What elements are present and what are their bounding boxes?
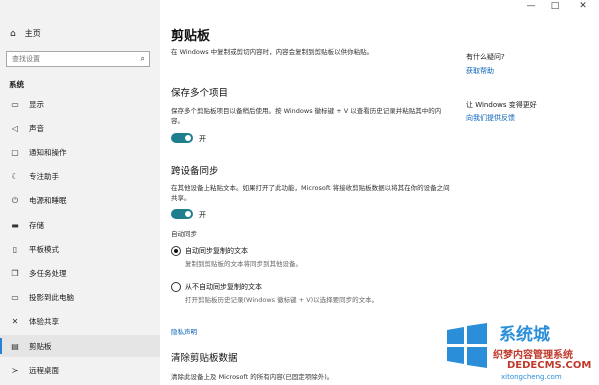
close-button[interactable]: ✕ bbox=[573, 1, 593, 12]
sidebar-item-label: 专注助手 bbox=[29, 172, 59, 182]
toggle-knob bbox=[185, 135, 191, 141]
sidebar-item[interactable]: ▭ 显示 bbox=[0, 93, 160, 115]
multitask-icon: ❐ bbox=[11, 268, 19, 278]
sidebar-item[interactable]: ≻ 远程桌面 bbox=[0, 359, 160, 381]
intro-text: 在 Windows 中复制或剪切内容时，内容会复制到剪贴板以供你粘贴。 bbox=[171, 48, 374, 56]
get-help-link[interactable]: 获取帮助 bbox=[466, 66, 494, 76]
radio-auto-sync-desc: 复制到剪贴板的文本将同步到其他设备。 bbox=[185, 260, 302, 268]
speaker-icon: ◁ bbox=[11, 123, 19, 133]
sidebar-item[interactable]: ❐ 多任务处理 bbox=[0, 262, 160, 284]
watermark-url: DEDECMS.COM bbox=[507, 360, 592, 371]
radio-never-sync-label[interactable]: 从不自动同步复制的文本 bbox=[185, 282, 262, 292]
history-toggle-label: 开 bbox=[199, 135, 206, 143]
notification-icon: ▢ bbox=[11, 147, 19, 157]
sidebar-item[interactable]: ⏻ 电源和睡眠 bbox=[0, 190, 160, 212]
section-header: 系统 bbox=[9, 80, 24, 89]
sidebar-item[interactable]: ✕ 体验共享 bbox=[0, 311, 160, 333]
radio-never-sync-desc: 打开剪贴板历史记录(Windows 徽标键 + V)以选择要同步的文本。 bbox=[185, 296, 379, 304]
watermark: 系统城 织梦内容管理系统 DEDECMS.COM xitongcheng.com bbox=[437, 318, 599, 385]
search-box[interactable]: ⌕ bbox=[6, 51, 150, 67]
privacy-link[interactable]: 隐私声明 bbox=[171, 327, 451, 337]
history-toggle[interactable] bbox=[171, 133, 193, 143]
sidebar-item-label: 存储 bbox=[29, 220, 44, 230]
sidebar-item-label: 多任务处理 bbox=[29, 268, 67, 278]
sidebar-item[interactable]: ▬ 存储 bbox=[0, 214, 160, 236]
radio-never-sync[interactable] bbox=[171, 282, 181, 292]
sidebar-item-label: 通知和操作 bbox=[29, 147, 67, 157]
clear-heading: 清除剪贴板数据 bbox=[171, 353, 238, 364]
sidebar-item[interactable]: ▢ 通知和操作 bbox=[0, 141, 160, 163]
storage-icon: ▬ bbox=[11, 220, 19, 230]
sidebar-item[interactable]: ▯ 平板模式 bbox=[0, 238, 160, 260]
power-icon: ⏻ bbox=[11, 195, 19, 205]
sidebar-item[interactable]: ▭ 投影到此电脑 bbox=[0, 287, 160, 309]
page-title: 剪贴板 bbox=[171, 29, 211, 44]
home-label: 主页 bbox=[24, 29, 41, 38]
watermark-brand: 系统城 bbox=[499, 325, 550, 345]
auto-sync-label: 自动同步 bbox=[171, 230, 197, 238]
sync-heading: 跨设备同步 bbox=[171, 166, 219, 177]
watermark-brand-sub: xitongcheng.com bbox=[501, 373, 562, 381]
minimize-button[interactable]: — bbox=[521, 1, 541, 12]
sync-toggle-label: 开 bbox=[199, 211, 206, 219]
sidebar-item-label: 电源和睡眠 bbox=[29, 196, 67, 206]
sidebar-item-label: 远程桌面 bbox=[29, 365, 59, 375]
sidebar-item-label: 平板模式 bbox=[29, 244, 59, 254]
watermark-text: 织梦内容管理系统 bbox=[493, 350, 573, 361]
radio-auto-sync[interactable] bbox=[171, 246, 181, 256]
toggle-knob bbox=[185, 211, 191, 217]
home-nav-item[interactable]: ⌂ 主页 bbox=[10, 28, 41, 39]
tablet-icon: ▯ bbox=[12, 244, 18, 254]
moon-icon: ☾ bbox=[11, 172, 19, 182]
sidebar-item[interactable]: ☾ 专注助手 bbox=[0, 166, 160, 188]
share-icon: ✕ bbox=[11, 317, 19, 327]
search-input[interactable] bbox=[12, 55, 127, 63]
windows-logo-icon bbox=[447, 323, 487, 368]
clipboard-icon: ▤ bbox=[11, 341, 19, 351]
improve-title: 让 Windows 变得更好 bbox=[466, 101, 537, 109]
remote-icon: ≻ bbox=[11, 365, 19, 375]
sidebar-item-label: 显示 bbox=[29, 99, 44, 109]
clear-desc: 清除此设备上及 Microsoft 的所有内容(已固定项除外)。 bbox=[171, 373, 334, 381]
feedback-link[interactable]: 向我们提供反馈 bbox=[466, 113, 515, 123]
search-icon[interactable]: ⌕ bbox=[141, 54, 145, 64]
history-desc: 保存多个剪贴板项目以备稍后使用。按 Windows 徽标键 + V 以查看历史记… bbox=[171, 107, 442, 125]
sync-toggle[interactable] bbox=[171, 209, 193, 219]
sidebar-item-label: 投影到此电脑 bbox=[29, 293, 74, 303]
sync-desc: 在其他设备上粘贴文本。如果打开了此功能，Microsoft 将接收剪贴板数据以将… bbox=[171, 184, 450, 202]
maximize-button[interactable]: □ bbox=[545, 1, 565, 12]
sidebar-item-label: 声音 bbox=[29, 123, 44, 133]
sidebar: ⌂ 主页 ⌕ 系统 ▭ 显示 ◁ 声音 ▢ 通知和操作 ☾ 专注助手 ⏻ 电源和睡眠 ▬ 存储 ▯ 平板模… bbox=[0, 0, 160, 385]
sidebar-item-label: 剪贴板 bbox=[29, 341, 52, 351]
monitor-icon: ▭ bbox=[11, 99, 19, 109]
help-title: 有什么疑问? bbox=[466, 53, 505, 61]
history-heading: 保存多个项目 bbox=[171, 88, 229, 99]
project-icon: ▭ bbox=[11, 293, 19, 303]
radio-auto-sync-label[interactable]: 自动同步复制的文本 bbox=[185, 246, 248, 256]
sidebar-item[interactable]: ▤ 剪贴板 bbox=[0, 335, 160, 357]
sidebar-item-label: 体验共享 bbox=[29, 317, 59, 327]
sidebar-item[interactable]: ◁ 声音 bbox=[0, 117, 160, 139]
home-icon: ⌂ bbox=[10, 28, 16, 39]
